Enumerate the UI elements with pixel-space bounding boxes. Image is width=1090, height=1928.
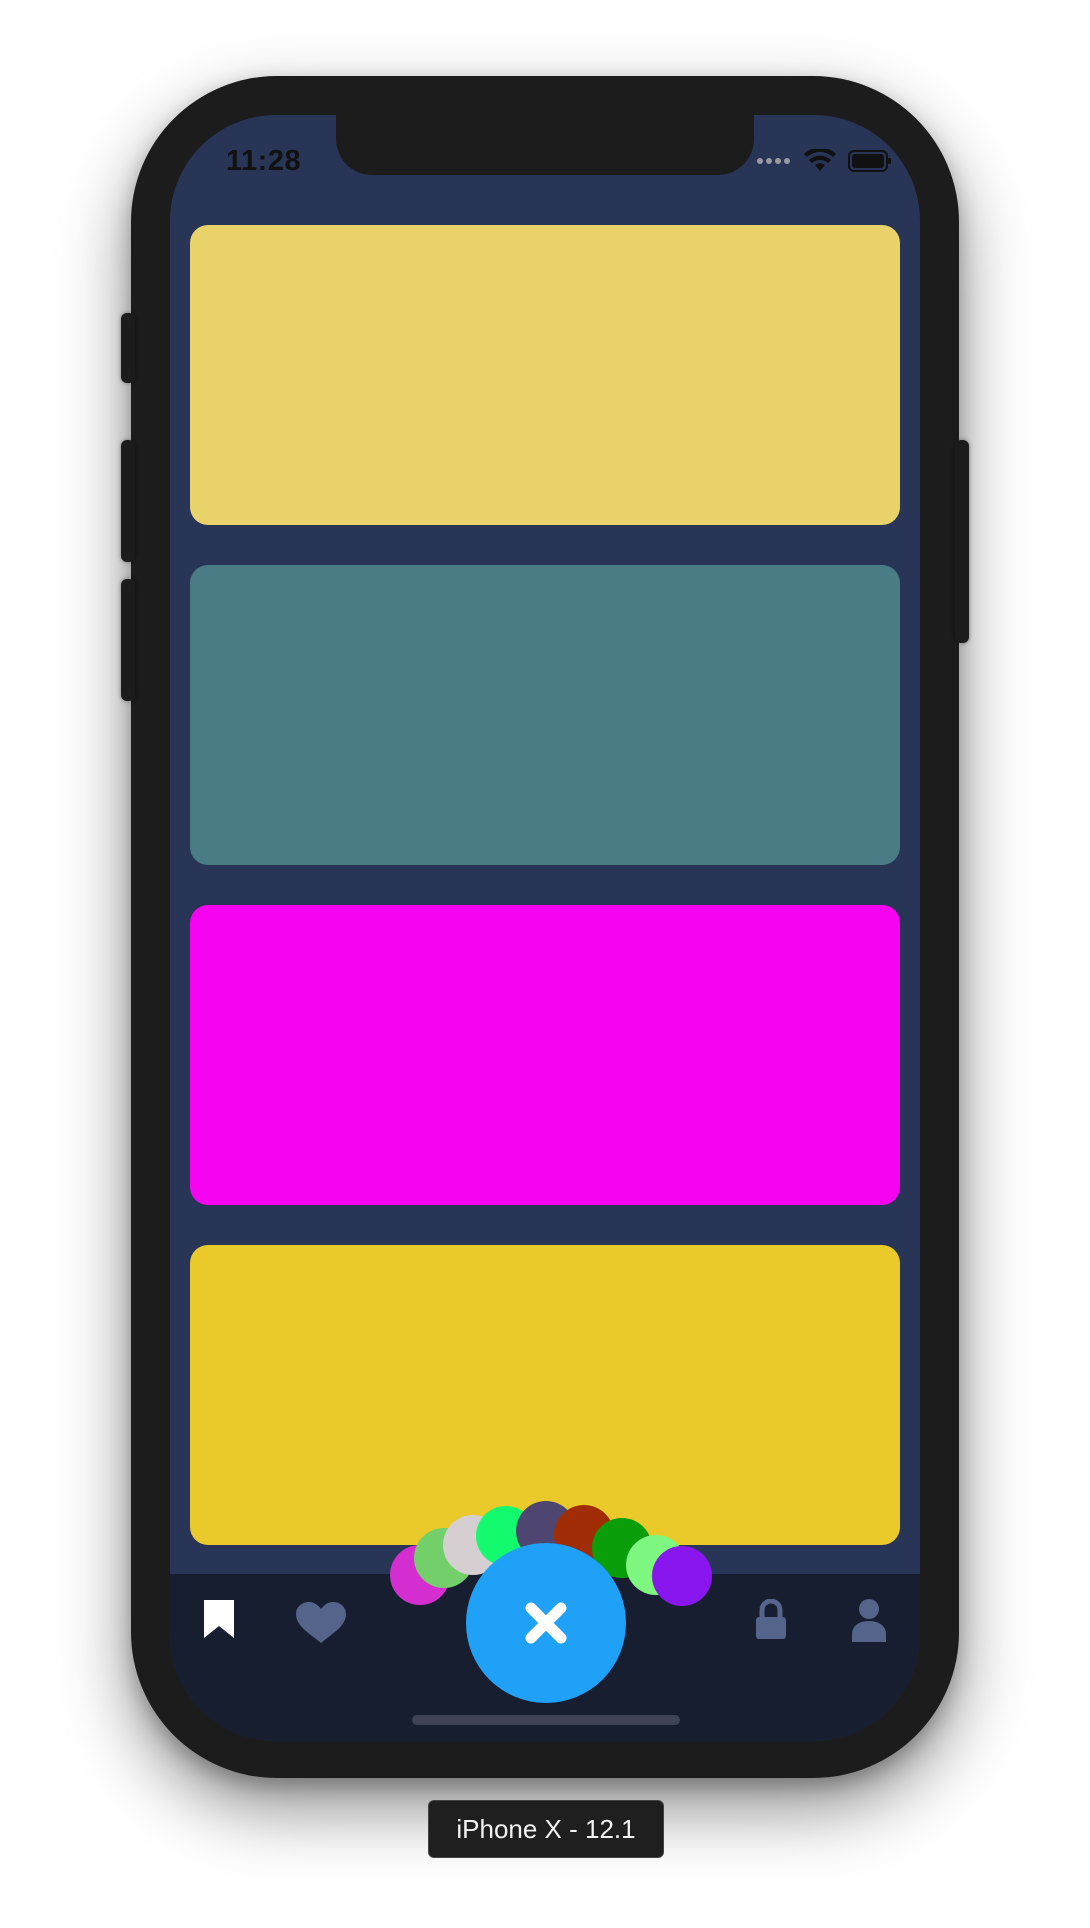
user-icon[interactable]: [850, 1599, 888, 1643]
color-option-9[interactable]: [652, 1546, 712, 1606]
wifi-icon: [804, 149, 836, 171]
cellular-signal-icon: [757, 158, 790, 164]
bookmark-icon[interactable]: [202, 1598, 236, 1640]
notch: [336, 115, 754, 175]
card-4[interactable]: [190, 1245, 900, 1545]
app-screen: 11:28: [170, 115, 920, 1741]
close-menu-button[interactable]: [466, 1543, 626, 1703]
status-time: 11:28: [226, 145, 302, 177]
close-icon: [525, 1602, 567, 1644]
simulator-device-label: iPhone X - 12.1: [428, 1800, 664, 1858]
home-indicator[interactable]: [412, 1715, 680, 1725]
card-3[interactable]: [190, 905, 900, 1205]
heart-icon[interactable]: [295, 1602, 347, 1644]
lock-icon[interactable]: [754, 1599, 788, 1641]
status-icons: [756, 149, 892, 173]
card-2[interactable]: [190, 565, 900, 865]
volume-down-button: [121, 579, 135, 701]
battery-icon: [848, 150, 891, 172]
card-1[interactable]: [190, 225, 900, 525]
volume-up-button: [121, 440, 135, 562]
power-button: [955, 440, 969, 643]
mute-switch: [121, 313, 135, 383]
